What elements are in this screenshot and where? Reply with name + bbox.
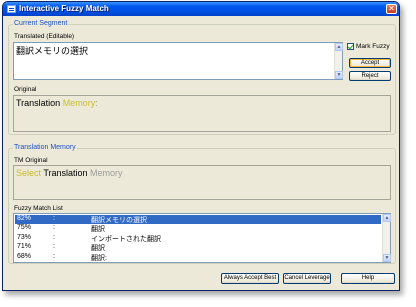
close-icon: ✕	[388, 4, 395, 13]
scroll-up-icon[interactable]: ▲	[335, 43, 343, 51]
text-token: Memory	[90, 168, 123, 178]
scroll-down-icon[interactable]: ▼	[383, 254, 391, 262]
help-button[interactable]: Help	[341, 273, 395, 284]
match-separator: :	[53, 233, 55, 241]
match-separator: :	[53, 224, 55, 232]
translated-field[interactable]: 翻訳メモリの選択 ▲ ▼	[13, 42, 343, 80]
original-text-box: Translation Memory:	[13, 95, 391, 132]
translation-memory-group: Translation Memory TM Original Select Tr…	[8, 144, 396, 264]
reject-button[interactable]: Reject	[349, 71, 391, 81]
tm-original-text: Select Translation Memory	[16, 168, 123, 178]
always-accept-best-button[interactable]: Always Accept Best	[221, 273, 279, 284]
fuzzy-match-dialog: Interactive Fuzzy Match ✕ Current Segmen…	[2, 1, 400, 291]
translated-value: 翻訳メモリの選択	[16, 46, 89, 56]
mark-fuzzy-label[interactable]: Mark Fuzzy	[356, 43, 390, 50]
match-percent: 71%	[17, 243, 32, 251]
text-token: Translation	[43, 168, 91, 178]
match-row[interactable]: 82%: 翻訳メモリの選択	[15, 215, 381, 225]
tm-original-text-box: Select Translation Memory	[13, 165, 391, 200]
match-separator: :	[53, 252, 55, 260]
text-token: Translation	[16, 98, 63, 108]
accept-button[interactable]: Accept	[349, 58, 391, 68]
match-row[interactable]: 73%: インポートされた翻訳	[15, 234, 381, 243]
text-token: :	[95, 98, 98, 108]
translated-scrollbar[interactable]: ▲ ▼	[334, 43, 343, 79]
fuzzy-match-list-label: Fuzzy Match List	[14, 205, 63, 212]
match-separator: :	[53, 243, 55, 251]
text-token: Select	[16, 168, 44, 178]
match-percent: 75%	[17, 224, 32, 232]
match-percent: 73%	[17, 233, 32, 241]
match-separator: :	[53, 215, 55, 222]
match-text: 翻訳:	[91, 254, 107, 262]
text-token: Memory	[62, 98, 96, 108]
window-title: Interactive Fuzzy Match	[19, 4, 109, 13]
original-label: Original	[14, 86, 37, 93]
scroll-down-icon[interactable]: ▼	[335, 71, 343, 79]
fuzzy-list-scrollbar[interactable]: ▲ ▼	[382, 214, 391, 262]
current-segment-group: Current Segment Translated (Editable) 翻訳…	[8, 20, 396, 135]
current-segment-label: Current Segment	[13, 20, 69, 27]
original-text: Translation Memory:	[16, 98, 98, 108]
mark-fuzzy-checkbox[interactable]	[347, 43, 354, 50]
title-bar[interactable]: Interactive Fuzzy Match ✕	[3, 2, 399, 16]
tm-original-label: TM Original	[14, 157, 48, 164]
match-percent: 68%	[17, 252, 32, 260]
match-row[interactable]: 71%: 翻訳	[15, 243, 381, 252]
app-icon	[7, 5, 16, 13]
close-button[interactable]: ✕	[386, 4, 397, 14]
match-row[interactable]: 75%: 翻訳	[15, 224, 381, 233]
fuzzy-match-list[interactable]: 82%: 翻訳メモリの選択 75%: 翻訳 73%: インポートされた翻訳 71%: 翻訳 68…	[13, 213, 391, 263]
match-percent: 82%	[17, 215, 32, 222]
scroll-up-icon[interactable]: ▲	[383, 214, 391, 222]
translation-memory-label: Translation Memory	[13, 144, 77, 151]
cancel-leverage-button[interactable]: Cancel Leverage	[283, 273, 331, 284]
match-row[interactable]: 68%: 翻訳:	[15, 253, 381, 262]
translated-label: Translated (Editable)	[14, 33, 75, 40]
